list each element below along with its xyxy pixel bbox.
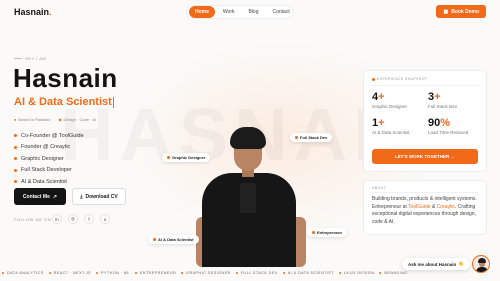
about-text: Building brands, products & intelligent … — [372, 196, 477, 225]
main-nav: Home Work Blog Contact — [186, 5, 294, 19]
marquee-item: BRANDING — [379, 271, 407, 275]
tag-entrepreneur: Entrepreneur — [307, 228, 348, 237]
list-item: Founder @ Creaytic — [14, 142, 84, 154]
experience-snapshot-card: EXPERIENCE SNAPSHOT 4+ Graphic Designer … — [363, 70, 487, 172]
calendar-icon: ▦ — [443, 8, 449, 15]
marquee-item: AI & DATA SCIENTIST — [282, 271, 334, 275]
list-item: Graphic Designer — [14, 153, 84, 165]
follow-label: FOLLOW ME ON — [14, 217, 52, 222]
hero-eyebrow: HEY I AM — [14, 56, 46, 61]
social-links: in ◎ f x — [52, 214, 110, 224]
list-item: Full Stack Developer — [14, 165, 84, 177]
typing-caret — [112, 96, 114, 108]
portrait-photo — [196, 127, 306, 267]
stat-load-time: 90% Load Time Reduced — [428, 117, 469, 135]
tag-ai-data-scientist: AI & Data Scientist — [148, 235, 199, 244]
meta-tagline: ◆ Design · Code · AI — [58, 117, 97, 122]
hero-points: Co-Founder @ ToolGuide Founder @ Creayti… — [14, 130, 84, 188]
x-icon[interactable]: x — [100, 214, 110, 224]
list-item: AI & Data Scientist — [14, 176, 84, 188]
download-icon: ⤓ — [80, 193, 83, 200]
instagram-icon[interactable]: ◎ — [68, 214, 78, 224]
nav-contact[interactable]: Contact — [267, 6, 296, 18]
snapshot-title: EXPERIENCE SNAPSHOT — [372, 77, 427, 81]
hero-role: AI & Data Scientist — [14, 96, 114, 108]
meta-location: ● Based in Pakistan — [14, 117, 51, 122]
nav-home[interactable]: Home — [189, 6, 215, 18]
nav-blog[interactable]: Blog — [242, 6, 264, 18]
facebook-icon[interactable]: f — [84, 214, 94, 224]
marquee-item: ENTREPRENEUR — [134, 271, 176, 275]
work-together-button[interactable]: LET'S WORK TOGETHER → — [372, 149, 478, 164]
book-demo-button[interactable]: ▦ Book Demo — [436, 5, 486, 18]
site-logo[interactable]: Hasnain. — [14, 7, 52, 17]
tag-graphic-designer: Graphic Designer — [162, 153, 211, 162]
marquee-item: UI/UX DESIGN — [338, 271, 375, 275]
download-cv-button[interactable]: ⤓ Download CV — [72, 188, 126, 205]
marquee-item: DATA ANALYTICS — [2, 271, 44, 275]
list-item: Co-Founder @ ToolGuide — [14, 130, 84, 142]
skills-marquee: DATA ANALYTICS REACT · NEXT.JS PYTHON · … — [0, 266, 500, 279]
about-title: ABOUT — [372, 186, 387, 190]
code-icon: ◆ — [58, 117, 62, 122]
stat-ai-data-scientist: 1+ AI & Data Scientist — [372, 117, 410, 135]
marquee-item: REACT · NEXT.JS — [48, 271, 91, 275]
marquee-item: FULL STACK DEV — [235, 271, 278, 275]
about-card: ABOUT Building brands, products & intell… — [363, 180, 487, 235]
hero-meta: ● Based in Pakistan ◆ Design · Code · AI — [14, 117, 96, 122]
hero-name: Hasnain — [13, 63, 118, 93]
tag-full-stack: Full Stack Dev — [290, 133, 333, 142]
linkedin-icon[interactable]: in — [52, 214, 62, 224]
stat-graphic-designer: 4+ Graphic Designer — [372, 91, 408, 109]
marquee-item: PYTHON · ML — [96, 271, 130, 275]
contact-me-button[interactable]: Contact Me ↗ — [14, 188, 66, 205]
marquee-item: GRAPHIC DESIGNER — [181, 271, 231, 275]
stat-full-stack: 3+ Full Stack Dev — [428, 91, 458, 109]
nav-work[interactable]: Work — [217, 6, 241, 18]
location-pin-icon: ● — [14, 117, 17, 122]
arrow-up-right-icon: ↗ — [52, 193, 58, 200]
